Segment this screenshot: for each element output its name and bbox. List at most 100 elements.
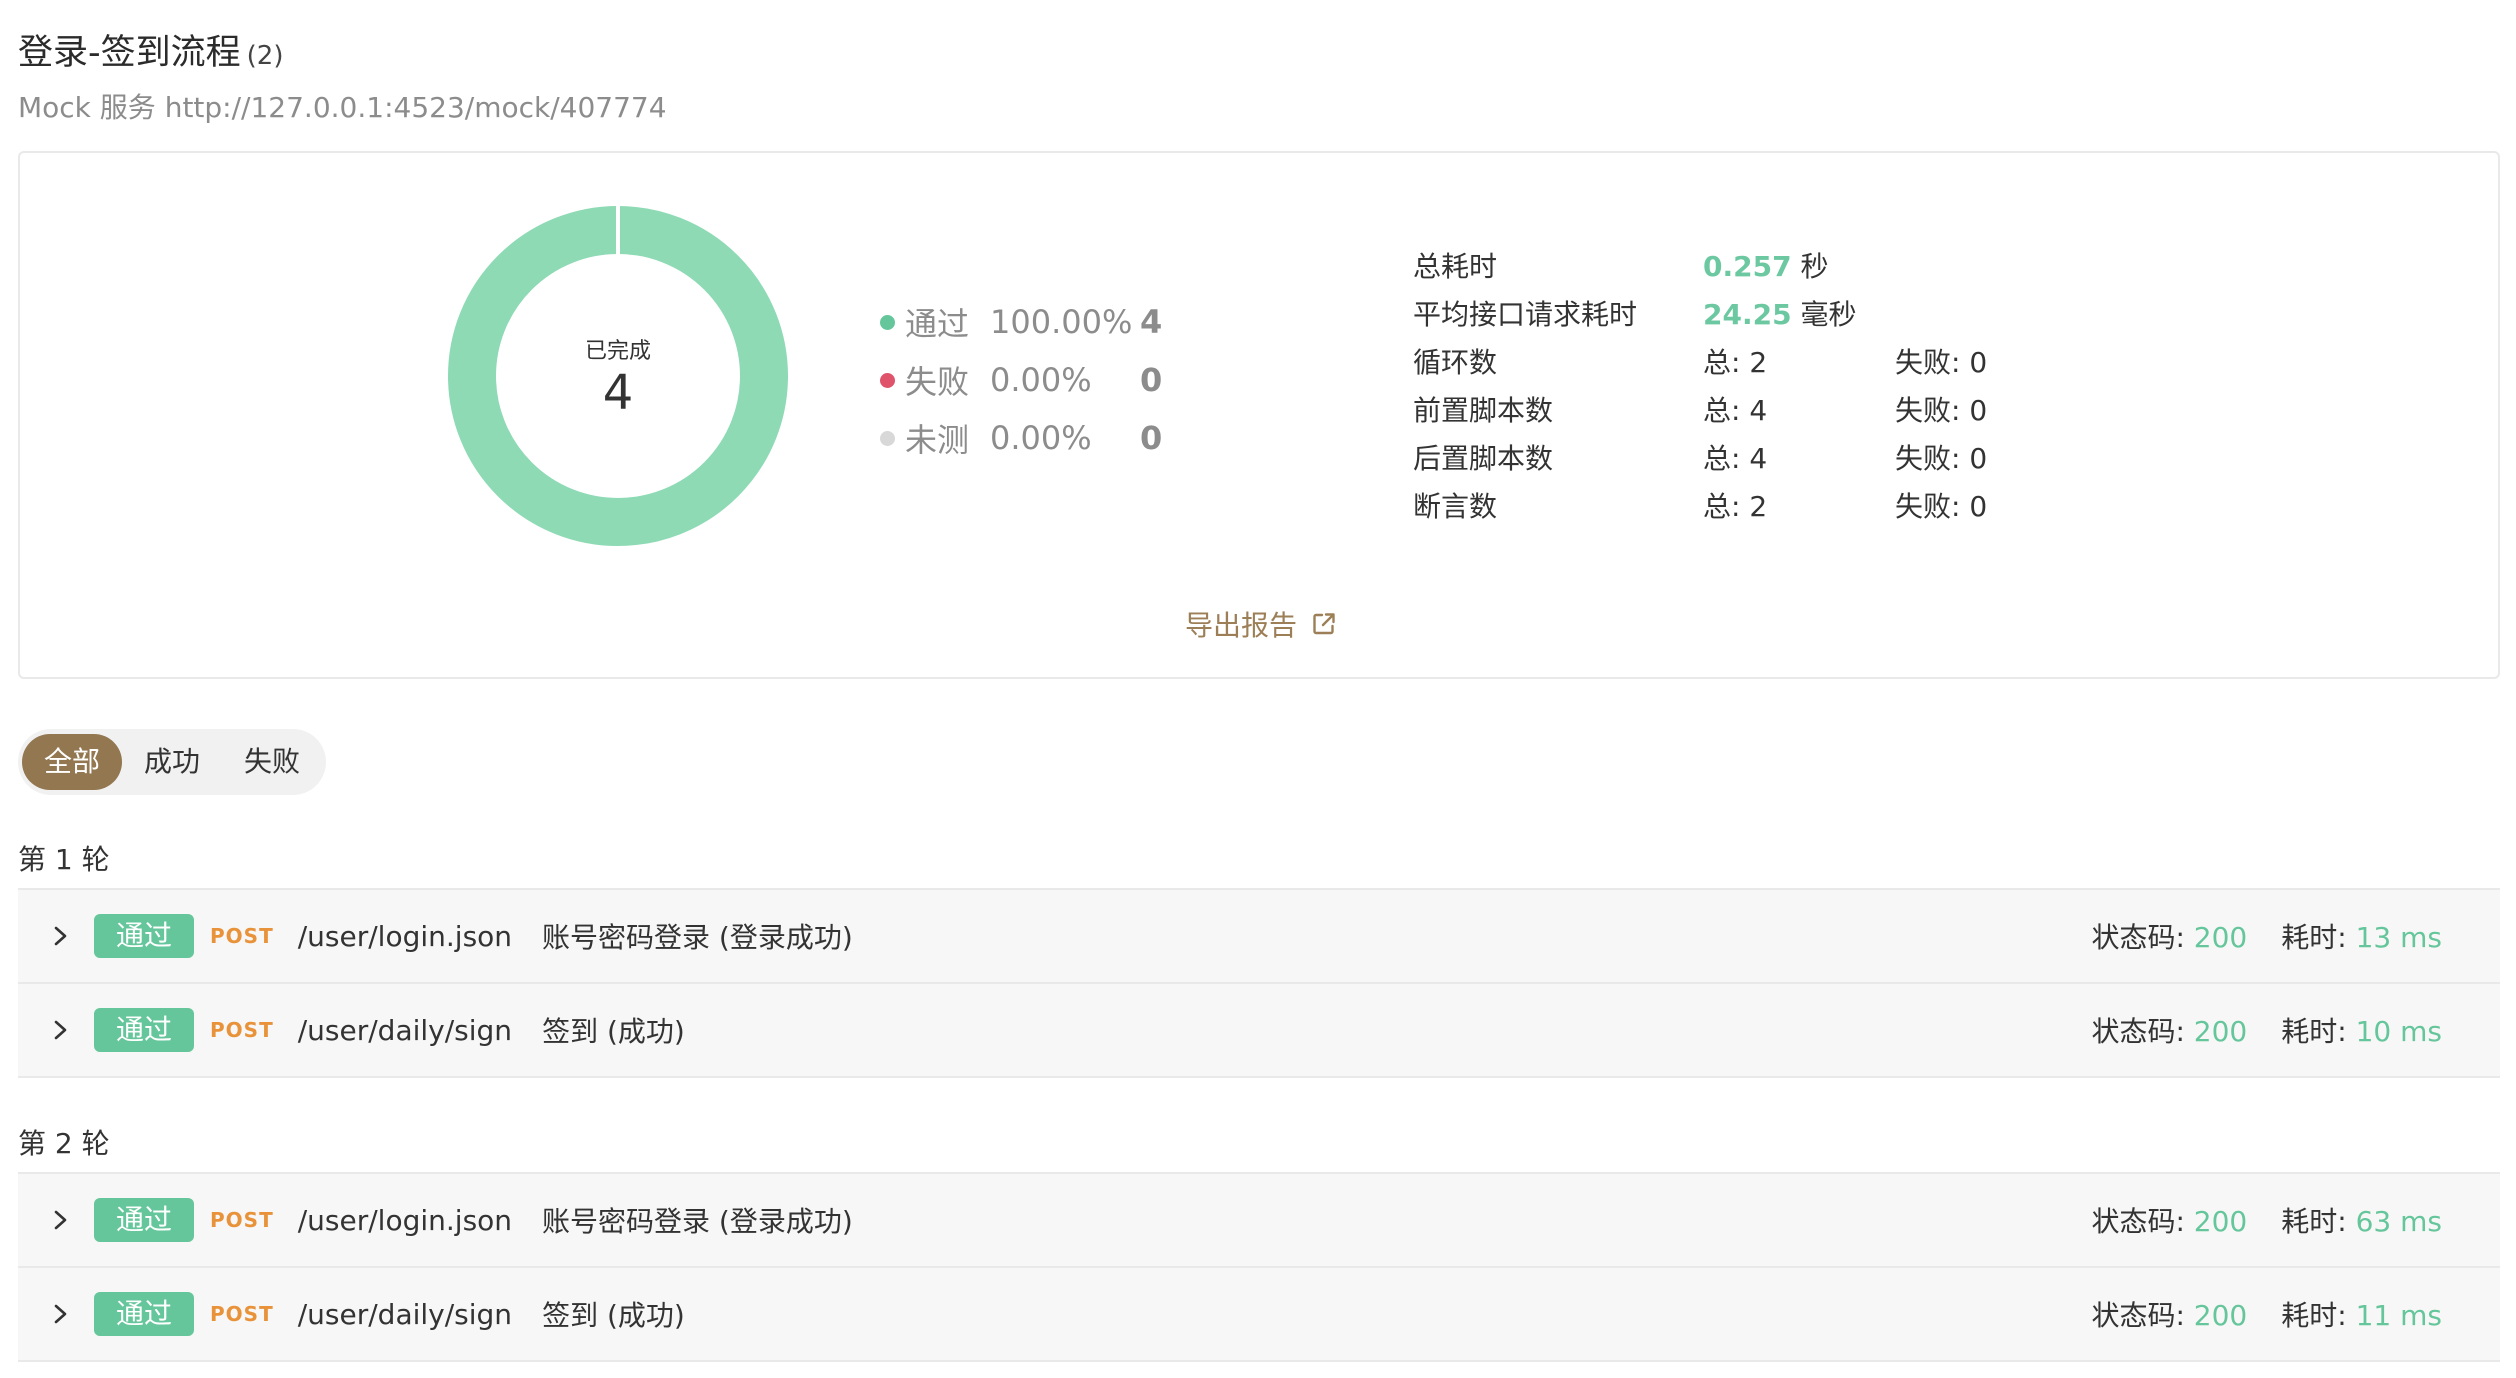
legend-untested: 未测 0.00% 0 xyxy=(880,409,1162,467)
untested-dot-icon xyxy=(880,430,895,446)
result-filter: 全部 成功 失败 xyxy=(18,729,326,795)
avg-time-value: 24.25 xyxy=(1703,298,1792,331)
request-path: /user/login.json xyxy=(297,1203,513,1237)
duration: 13 ms xyxy=(2355,921,2442,954)
request-meta: 状态码: 200 耗时: 10 ms xyxy=(2091,1010,2442,1050)
request-path: /user/login.json xyxy=(297,919,513,953)
avg-time-unit: 毫秒 xyxy=(1800,298,1857,331)
status-code-label: 状态码: xyxy=(2091,1205,2185,1238)
stat-label: 前置脚本数 xyxy=(1413,394,1554,427)
stat-total-time: 总耗时 0.257 秒 xyxy=(1413,241,2045,289)
page-title: 登录-签到流程 (2) xyxy=(18,24,283,75)
stat-loops: 循环数 总: 2 失败: 0 xyxy=(1413,337,2045,385)
request-row[interactable]: 通过 POST /user/login.json 账号密码登录 (登录成功) 状… xyxy=(18,1172,2500,1266)
pass-dot-icon xyxy=(880,314,895,330)
stat-total: 总: 2 xyxy=(1703,490,1768,523)
duration-label: 耗时: xyxy=(2281,1299,2347,1332)
stat-total: 总: 4 xyxy=(1703,442,1768,475)
result-legend: 通过 100.00% 4 失败 0.00% 0 未测 0.00% 0 xyxy=(880,293,1162,467)
request-row[interactable]: 通过 POST /user/daily/sign 签到 (成功) 状态码: 20… xyxy=(18,1266,2500,1362)
duration-label: 耗时: xyxy=(2281,921,2347,954)
request-path: /user/daily/sign xyxy=(297,1013,513,1047)
status-code: 200 xyxy=(2193,1299,2248,1332)
donut-center: 已完成 4 xyxy=(448,333,788,417)
legend-untested-percent: 0.00% xyxy=(990,419,1092,457)
request-path: /user/daily/sign xyxy=(297,1297,513,1331)
stat-total: 总: 2 xyxy=(1703,346,1768,379)
request-row[interactable]: 通过 POST /user/login.json 账号密码登录 (登录成功) 状… xyxy=(18,888,2500,982)
stat-total: 总: 4 xyxy=(1703,394,1768,427)
total-time-value: 0.257 xyxy=(1703,250,1792,283)
legend-pass-count: 4 xyxy=(1140,303,1163,341)
status-code: 200 xyxy=(2193,1205,2248,1238)
http-method: POST xyxy=(210,1208,274,1232)
stat-value: 24.25 毫秒 xyxy=(1703,293,1895,333)
stat-failed: 失败: 0 xyxy=(1895,490,1988,523)
legend-pass-name: 通过 xyxy=(905,305,970,343)
request-meta: 状态码: 200 耗时: 63 ms xyxy=(2091,1200,2442,1240)
legend-fail: 失败 0.00% 0 xyxy=(880,351,1162,409)
http-method: POST xyxy=(210,1018,274,1042)
stat-failed: 失败: 0 xyxy=(1895,442,1988,475)
stat-pre-scripts: 前置脚本数 总: 4 失败: 0 xyxy=(1413,385,2045,433)
round-label: 第 1 轮 xyxy=(18,843,110,876)
status-code-label: 状态码: xyxy=(2091,1015,2185,1048)
request-meta: 状态码: 200 耗时: 11 ms xyxy=(2091,1294,2442,1334)
stat-label: 后置脚本数 xyxy=(1413,442,1554,475)
stat-failed: 失败: 0 xyxy=(1895,346,1988,379)
total-time-unit: 秒 xyxy=(1800,250,1829,283)
donut-label: 已完成 xyxy=(584,339,651,364)
chevron-right-icon[interactable] xyxy=(52,1208,76,1232)
stat-value: 0.257 秒 xyxy=(1703,245,1895,285)
duration-label: 耗时: xyxy=(2281,1205,2347,1238)
status-code: 200 xyxy=(2193,921,2248,954)
stats-table: 总耗时 0.257 秒 平均接口请求耗时 24.25 毫秒 循环数 总: 2 失… xyxy=(1413,241,2045,529)
filter-all-tab[interactable]: 全部 xyxy=(22,734,122,790)
fail-dot-icon xyxy=(880,372,895,388)
status-badge: 通过 xyxy=(94,1198,195,1242)
legend-fail-name: 失败 xyxy=(905,363,970,401)
request-desc: 账号密码登录 (登录成功) xyxy=(542,921,853,954)
filter-success-tab[interactable]: 成功 xyxy=(122,734,222,790)
legend-untested-name: 未测 xyxy=(905,421,970,459)
legend-fail-percent: 0.00% xyxy=(990,361,1092,399)
chevron-right-icon[interactable] xyxy=(52,1302,76,1326)
stat-label: 平均接口请求耗时 xyxy=(1413,298,1638,331)
duration: 10 ms xyxy=(2355,1015,2442,1048)
http-method: POST xyxy=(210,1302,274,1326)
export-report-button[interactable]: 导出报告 xyxy=(1185,604,1337,644)
stat-label: 循环数 xyxy=(1413,346,1498,379)
donut-total: 4 xyxy=(602,365,634,421)
status-badge: 通过 xyxy=(94,1292,195,1336)
external-link-icon xyxy=(1313,613,1335,635)
export-report-label: 导出报告 xyxy=(1185,609,1298,642)
duration: 11 ms xyxy=(2355,1299,2442,1332)
summary-panel: 已完成 4 通过 100.00% 4 失败 0.00% 0 未测 0.00% 0… xyxy=(18,151,2500,679)
mock-service-url: Mock 服务 http://127.0.0.1:4523/mock/40777… xyxy=(18,91,667,124)
legend-fail-count: 0 xyxy=(1140,361,1163,399)
request-desc: 签到 (成功) xyxy=(542,1299,685,1332)
round-label: 第 2 轮 xyxy=(18,1127,110,1160)
stat-assertions: 断言数 总: 2 失败: 0 xyxy=(1413,481,2045,529)
stat-label: 断言数 xyxy=(1413,490,1498,523)
stat-avg-time: 平均接口请求耗时 24.25 毫秒 xyxy=(1413,289,2045,337)
chevron-right-icon[interactable] xyxy=(52,924,76,948)
title-text: 登录-签到流程 xyxy=(18,33,241,73)
request-row[interactable]: 通过 POST /user/daily/sign 签到 (成功) 状态码: 20… xyxy=(18,982,2500,1078)
status-code-label: 状态码: xyxy=(2091,1299,2185,1332)
duration: 63 ms xyxy=(2355,1205,2442,1238)
duration-label: 耗时: xyxy=(2281,1015,2347,1048)
request-desc: 账号密码登录 (登录成功) xyxy=(542,1205,853,1238)
http-method: POST xyxy=(210,924,274,948)
request-meta: 状态码: 200 耗时: 13 ms xyxy=(2091,916,2442,956)
legend-pass-percent: 100.00% xyxy=(990,303,1133,341)
status-code-label: 状态码: xyxy=(2091,921,2185,954)
stat-label: 总耗时 xyxy=(1413,250,1498,283)
filter-failed-tab[interactable]: 失败 xyxy=(222,734,322,790)
legend-untested-count: 0 xyxy=(1140,419,1163,457)
request-desc: 签到 (成功) xyxy=(542,1015,685,1048)
status-badge: 通过 xyxy=(94,1008,195,1052)
chevron-right-icon[interactable] xyxy=(52,1018,76,1042)
title-count: (2) xyxy=(246,41,284,71)
status-badge: 通过 xyxy=(94,914,195,958)
